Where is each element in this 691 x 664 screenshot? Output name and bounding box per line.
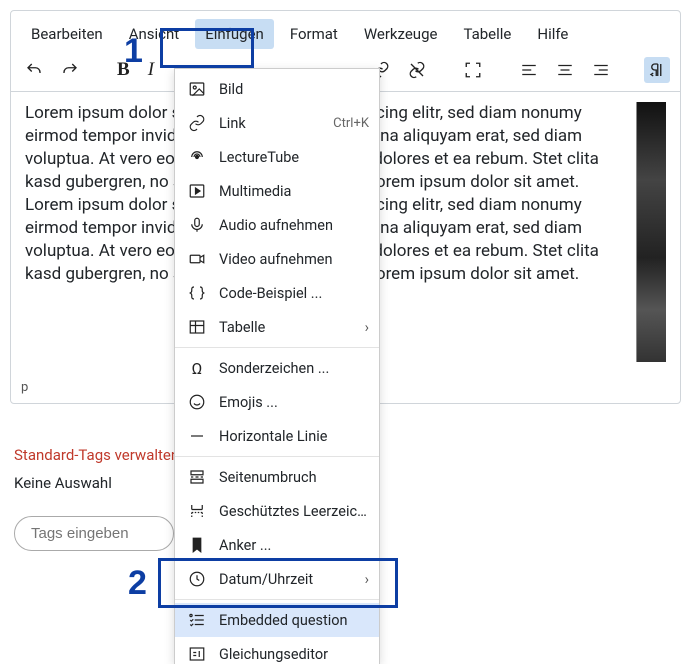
dd-datetime[interactable]: Datum/Uhrzeit › <box>175 562 379 596</box>
dd-pagebreak-label: Seitenumbruch <box>219 469 369 486</box>
rtl-button[interactable] <box>644 57 670 83</box>
microphone-icon <box>187 215 207 235</box>
omega-icon: Ω <box>187 358 207 378</box>
align-left-button[interactable] <box>516 57 542 83</box>
menu-tools[interactable]: Werkzeuge <box>354 19 448 49</box>
unlink-icon <box>408 61 426 79</box>
dd-emojis-label: Emojis ... <box>219 394 369 411</box>
dd-pagebreak[interactable]: Seitenumbruch <box>175 460 379 494</box>
dd-special-label: Sonderzeichen ... <box>219 360 369 377</box>
dd-multimedia-label: Multimedia <box>219 183 369 200</box>
dd-video-record[interactable]: Video aufnehmen <box>175 242 379 276</box>
dd-equation-label: Gleichungseditor <box>219 646 369 663</box>
dd-nbsp-label: Geschütztes Leerzeichen <box>219 503 369 520</box>
dd-anchor-label: Anker ... <box>219 537 369 554</box>
dd-audio-label: Audio aufnehmen <box>219 217 369 234</box>
video-camera-icon <box>187 249 207 269</box>
redo-button[interactable] <box>57 57 83 83</box>
dd-image-label: Bild <box>219 81 369 98</box>
dd-nbsp[interactable]: Geschütztes Leerzeichen <box>175 494 379 528</box>
clock-icon <box>187 569 207 589</box>
bold-button[interactable]: B <box>113 57 134 83</box>
italic-button[interactable]: I <box>144 57 158 83</box>
menu-view[interactable]: Ansicht <box>119 19 189 49</box>
bookmark-icon <box>187 535 207 555</box>
dd-audio-record[interactable]: Audio aufnehmen <box>175 208 379 242</box>
redo-icon <box>61 61 79 79</box>
fullscreen-button[interactable] <box>460 57 486 83</box>
menu-table[interactable]: Tabelle <box>453 19 521 49</box>
image-icon <box>187 79 207 99</box>
menu-help[interactable]: Hilfe <box>527 19 578 49</box>
chevron-right-icon: › <box>365 319 369 336</box>
play-square-icon <box>187 181 207 201</box>
separator <box>175 456 379 457</box>
separator <box>175 599 379 600</box>
dd-embedded-label: Embedded question <box>219 612 369 629</box>
menu-format[interactable]: Format <box>280 19 348 49</box>
equation-icon <box>187 644 207 664</box>
dd-hr[interactable]: Horizontale Linie <box>175 419 379 453</box>
table-icon <box>187 317 207 337</box>
dd-datetime-label: Datum/Uhrzeit <box>219 571 353 588</box>
dd-video-label: Video aufnehmen <box>219 251 369 268</box>
align-left-icon <box>520 61 538 79</box>
menubar: Bearbeiten Ansicht Einfügen Format Werkz… <box>11 11 680 53</box>
dd-anchor[interactable]: Anker ... <box>175 528 379 562</box>
smile-icon <box>187 392 207 412</box>
dd-table[interactable]: Tabelle › <box>175 310 379 344</box>
dd-equation[interactable]: Gleichungseditor <box>175 637 379 664</box>
minus-icon <box>187 426 207 446</box>
dd-link[interactable]: Link Ctrl+K <box>175 106 379 140</box>
dd-hr-label: Horizontale Linie <box>219 428 369 445</box>
broadcast-icon <box>187 147 207 167</box>
align-right-button[interactable] <box>588 57 614 83</box>
tags-input[interactable] <box>14 516 174 551</box>
dd-emojis[interactable]: Emojis ... <box>175 385 379 419</box>
link-icon <box>187 113 207 133</box>
dd-image[interactable]: Bild <box>175 72 379 106</box>
dd-lecturetube-label: LectureTube <box>219 149 369 166</box>
unlink-button[interactable] <box>404 57 430 83</box>
align-center-button[interactable] <box>552 57 578 83</box>
pagebreak-icon <box>187 467 207 487</box>
dd-lecturetube[interactable]: LectureTube <box>175 140 379 174</box>
dd-code-label: Code-Beispiel ... <box>219 285 369 302</box>
undo-icon <box>25 61 43 79</box>
chevron-right-icon: › <box>365 571 369 588</box>
fullscreen-icon <box>464 61 482 79</box>
separator <box>175 347 379 348</box>
undo-button[interactable] <box>21 57 47 83</box>
menu-insert[interactable]: Einfügen <box>195 19 274 49</box>
dd-link-label: Link <box>219 115 321 132</box>
list-check-icon <box>187 610 207 630</box>
dd-code-sample[interactable]: Code-Beispiel ... <box>175 276 379 310</box>
code-braces-icon <box>187 283 207 303</box>
nbsp-icon <box>187 501 207 521</box>
insert-dropdown: Bild Link Ctrl+K LectureTube Multimedia … <box>174 68 380 664</box>
dd-special-char[interactable]: Ω Sonderzeichen ... <box>175 351 379 385</box>
pilcrow-rtl-icon <box>648 61 666 79</box>
align-right-icon <box>592 61 610 79</box>
dd-table-label: Tabelle <box>219 319 353 336</box>
dd-multimedia[interactable]: Multimedia <box>175 174 379 208</box>
dd-embedded-question[interactable]: Embedded question <box>175 603 379 637</box>
menu-edit[interactable]: Bearbeiten <box>21 19 113 49</box>
content-image <box>636 102 666 362</box>
dd-link-shortcut: Ctrl+K <box>333 116 369 131</box>
align-center-icon <box>556 61 574 79</box>
annotation-number-2: 2 <box>128 564 147 603</box>
